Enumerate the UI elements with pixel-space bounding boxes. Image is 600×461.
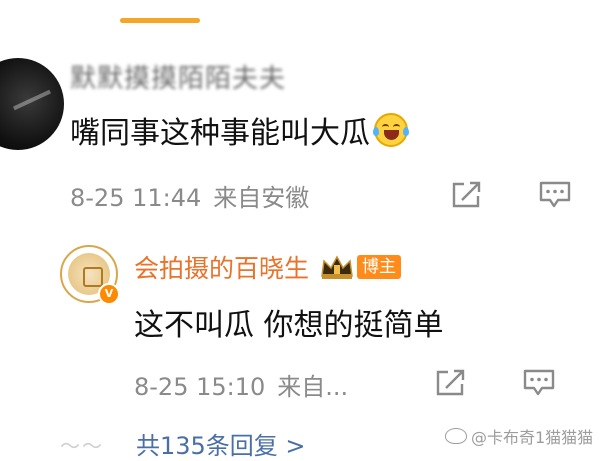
share-icon[interactable] xyxy=(434,368,468,398)
watermark: @卡布奇1猫猫猫 xyxy=(445,424,593,448)
comment-username[interactable]: 默默摸摸陌陌夫夫 xyxy=(70,58,286,95)
comment-text: 嘴同事这种事能叫大瓜 xyxy=(70,108,409,152)
avatar[interactable] xyxy=(0,58,64,150)
share-icon[interactable] xyxy=(450,180,484,210)
weibo-logo-icon xyxy=(445,428,467,444)
reply-time: 8-25 15:10 xyxy=(134,373,266,401)
comment-meta: 8-25 11:44 来自安徽 xyxy=(70,178,309,213)
watermark-text: @卡布奇1猫猫猫 xyxy=(471,428,594,447)
comment-body: 嘴同事这种事能叫大瓜 xyxy=(70,116,370,151)
reply-text: 这不叫瓜 你想的挺简单 xyxy=(134,308,444,343)
comment-location: 来自安徽 xyxy=(213,184,310,212)
reply-icon[interactable] xyxy=(538,180,572,210)
reply-username-row: 会拍摄的百晓生 博主 xyxy=(134,249,402,285)
blogger-avatar[interactable]: V xyxy=(60,245,120,305)
truncated-avatar-fragment: 〜〜 xyxy=(60,434,104,458)
tab-indicator xyxy=(120,18,200,23)
reply-meta: 8-25 15:10 来自... xyxy=(134,367,348,402)
reply-icon[interactable] xyxy=(522,368,556,398)
comment-time: 8-25 11:44 xyxy=(70,184,202,212)
verified-badge-icon: V xyxy=(98,283,120,305)
more-replies-link[interactable]: 共135条回复 > xyxy=(136,426,306,461)
crown-icon xyxy=(319,254,355,280)
reply-location: 来自... xyxy=(277,373,349,401)
blogger-badge: 博主 xyxy=(357,255,402,279)
laughing-crying-emoji-icon xyxy=(373,113,409,147)
reply-username[interactable]: 会拍摄的百晓生 xyxy=(134,249,309,285)
